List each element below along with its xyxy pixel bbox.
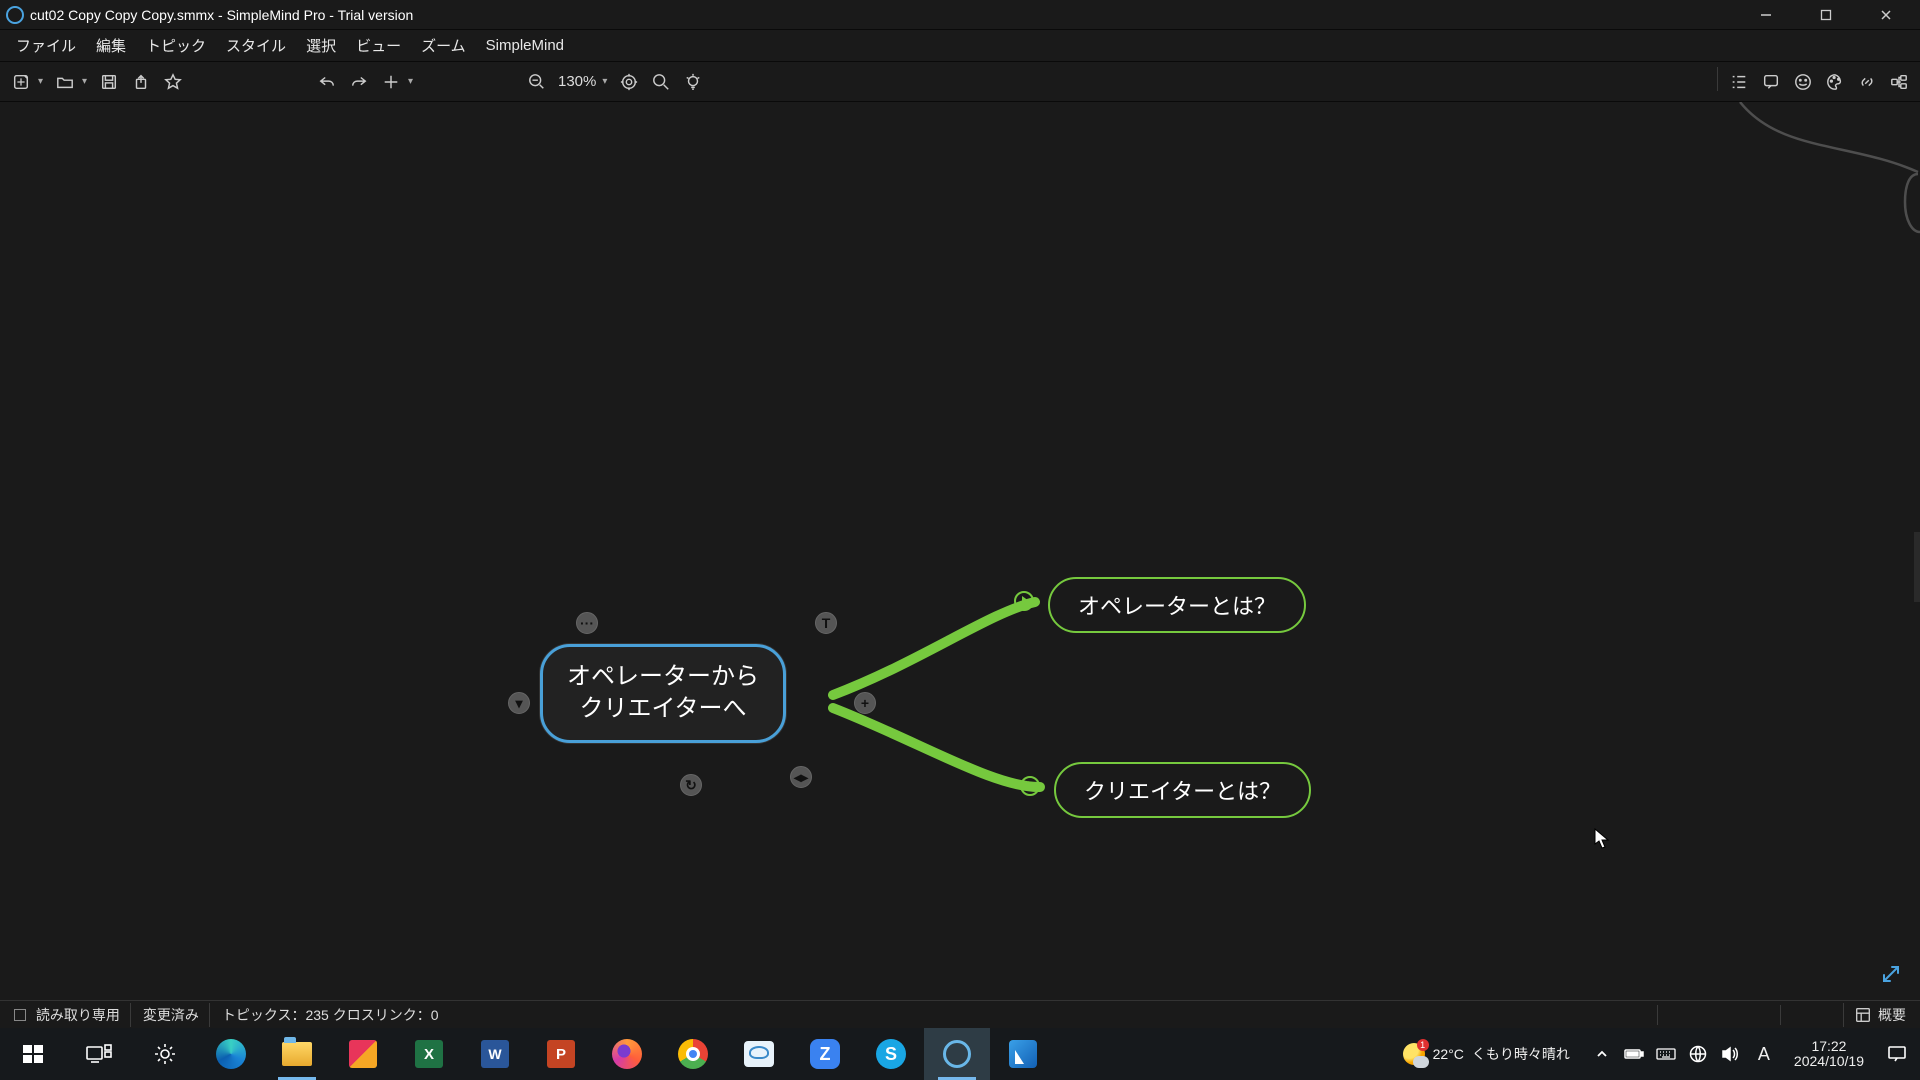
- overview-label: 概要: [1878, 1005, 1906, 1025]
- explorer-taskbar-icon[interactable]: [264, 1028, 330, 1080]
- window-title: cut02 Copy Copy Copy.smmx - SimpleMind P…: [30, 7, 1736, 23]
- add-button[interactable]: [376, 67, 406, 97]
- zoom-out-button[interactable]: [522, 67, 552, 97]
- tray-network-icon[interactable]: [1688, 1044, 1708, 1064]
- powerpoint-taskbar-icon[interactable]: P: [528, 1028, 594, 1080]
- search-button[interactable]: [646, 67, 676, 97]
- central-topic[interactable]: オペレーターから クリエイターへ: [540, 644, 786, 743]
- start-button[interactable]: [0, 1028, 66, 1080]
- readonly-checkbox[interactable]: [14, 1009, 26, 1021]
- minimize-button[interactable]: [1736, 0, 1796, 30]
- tray-time: 17:22: [1794, 1039, 1864, 1054]
- outline-icon[interactable]: [1724, 67, 1754, 97]
- notes-icon[interactable]: [1756, 67, 1786, 97]
- child-topic-1-text: オペレーターとは？: [1078, 594, 1276, 619]
- app-taskbar-icon-1[interactable]: [330, 1028, 396, 1080]
- palette-icon[interactable]: [1820, 67, 1850, 97]
- firefox-taskbar-icon[interactable]: [594, 1028, 660, 1080]
- topic-count: トピックス：235 クロスリンク：0: [212, 1003, 449, 1027]
- new-map-dropdown[interactable]: ▾: [38, 76, 48, 87]
- menu-simplemind[interactable]: SimpleMind: [476, 33, 574, 58]
- skype-taskbar-icon[interactable]: S: [858, 1028, 924, 1080]
- child-topic-1[interactable]: オペレーターとは？: [1048, 577, 1306, 633]
- undo-button[interactable]: [312, 67, 342, 97]
- windows-taskbar: X W P Z S 1 22°C くもり時々晴れ: [0, 1028, 1920, 1080]
- tray-chevron-icon[interactable]: [1592, 1044, 1612, 1064]
- tray-ime-icon[interactable]: A: [1752, 1044, 1776, 1064]
- child1-collapse-icon[interactable]: [1014, 591, 1034, 611]
- layout-icon[interactable]: [1884, 67, 1914, 97]
- focus-button[interactable]: [614, 67, 644, 97]
- link-icon[interactable]: [1852, 67, 1882, 97]
- zoom-level[interactable]: 130%: [554, 73, 600, 90]
- app-taskbar-icon-3[interactable]: [990, 1028, 1056, 1080]
- resize-handle-icon[interactable]: [1880, 963, 1902, 990]
- redo-button[interactable]: [344, 67, 374, 97]
- menu-zoom[interactable]: ズーム: [411, 31, 476, 60]
- toolbar: ▾ ▾ ▾ 130% ▾: [0, 62, 1920, 102]
- task-view-button[interactable]: [66, 1028, 132, 1080]
- weather-temp: 22°C: [1433, 1046, 1464, 1062]
- new-map-button[interactable]: [6, 67, 36, 97]
- window-controls: [1736, 0, 1916, 30]
- mindmap-canvas[interactable]: オペレーターから クリエイターへ ▾ ··· T + ↻ ◂▸ オペレーターとは…: [0, 102, 1920, 1000]
- central-topic-text: オペレーターから クリエイターへ: [567, 663, 759, 722]
- zoom-taskbar-icon[interactable]: Z: [792, 1028, 858, 1080]
- save-button[interactable]: [94, 67, 124, 97]
- status-bar: 読み取り専用 変更済み トピックス：235 クロスリンク：0 概要: [0, 1000, 1920, 1028]
- emoji-icon[interactable]: [1788, 67, 1818, 97]
- settings-taskbar-icon[interactable]: [132, 1028, 198, 1080]
- tray-volume-icon[interactable]: [1720, 1044, 1740, 1064]
- toolbar-right: [1713, 67, 1914, 97]
- maximize-button[interactable]: [1796, 0, 1856, 30]
- child-topic-2[interactable]: クリエイターとは？: [1054, 762, 1311, 818]
- simplemind-taskbar-icon[interactable]: [924, 1028, 990, 1080]
- open-folder-button[interactable]: [50, 67, 80, 97]
- app-icon: [6, 6, 24, 24]
- menu-edit[interactable]: 編集: [86, 31, 136, 60]
- app-taskbar-icon-2[interactable]: [726, 1028, 792, 1080]
- tray-date: 2024/10/19: [1794, 1054, 1864, 1069]
- menu-bar: ファイル 編集 トピック スタイル 選択 ビュー ズーム SimpleMind: [0, 30, 1920, 62]
- tray-clock[interactable]: 17:22 2024/10/19: [1788, 1039, 1870, 1070]
- tray-notifications-icon[interactable]: [1882, 1044, 1912, 1064]
- tray-keyboard-icon[interactable]: [1656, 1044, 1676, 1064]
- tray-battery-icon[interactable]: [1624, 1044, 1644, 1064]
- open-folder-dropdown[interactable]: ▾: [82, 76, 92, 87]
- node-handle-left[interactable]: ▾: [508, 692, 530, 714]
- menu-view[interactable]: ビュー: [346, 31, 411, 60]
- menu-topic[interactable]: トピック: [136, 31, 216, 60]
- readonly-toggle[interactable]: 読み取り専用: [4, 1003, 131, 1027]
- share-button[interactable]: [126, 67, 156, 97]
- favorite-button[interactable]: [158, 67, 188, 97]
- menu-file[interactable]: ファイル: [6, 31, 86, 60]
- node-handle-menu[interactable]: ···: [576, 612, 598, 634]
- excel-taskbar-icon[interactable]: X: [396, 1028, 462, 1080]
- chrome-taskbar-icon[interactable]: [660, 1028, 726, 1080]
- zoom-dropdown[interactable]: ▾: [602, 76, 612, 87]
- mindmap-links: [0, 102, 1920, 1000]
- menu-style[interactable]: スタイル: [216, 31, 296, 60]
- weather-notification-badge: 1: [1417, 1039, 1429, 1051]
- edge-taskbar-icon[interactable]: [198, 1028, 264, 1080]
- node-handle-rotate[interactable]: ↻: [680, 774, 702, 796]
- add-dropdown[interactable]: ▾: [408, 76, 418, 87]
- overview-button[interactable]: 概要: [1843, 1003, 1916, 1027]
- close-button[interactable]: [1856, 0, 1916, 30]
- mouse-cursor: [1594, 828, 1610, 850]
- child-topic-2-text: クリエイターとは？: [1084, 779, 1281, 804]
- system-tray: 1 22°C くもり時々晴れ A 17:22 2024/10/19: [1385, 1039, 1920, 1070]
- title-bar: cut02 Copy Copy Copy.smmx - SimpleMind P…: [0, 0, 1920, 30]
- readonly-label: 読み取り専用: [36, 1007, 120, 1023]
- child2-collapse-icon[interactable]: [1020, 776, 1040, 796]
- word-taskbar-icon[interactable]: W: [462, 1028, 528, 1080]
- node-handle-text[interactable]: T: [815, 612, 837, 634]
- weather-desc: くもり時々晴れ: [1472, 1044, 1570, 1064]
- weather-widget[interactable]: 1 22°C くもり時々晴れ: [1393, 1043, 1580, 1065]
- idea-button[interactable]: [678, 67, 708, 97]
- menu-select[interactable]: 選択: [296, 31, 346, 60]
- node-handle-add[interactable]: +: [854, 692, 876, 714]
- node-handle-move[interactable]: ◂▸: [790, 766, 812, 788]
- modified-status: 変更済み: [133, 1003, 210, 1027]
